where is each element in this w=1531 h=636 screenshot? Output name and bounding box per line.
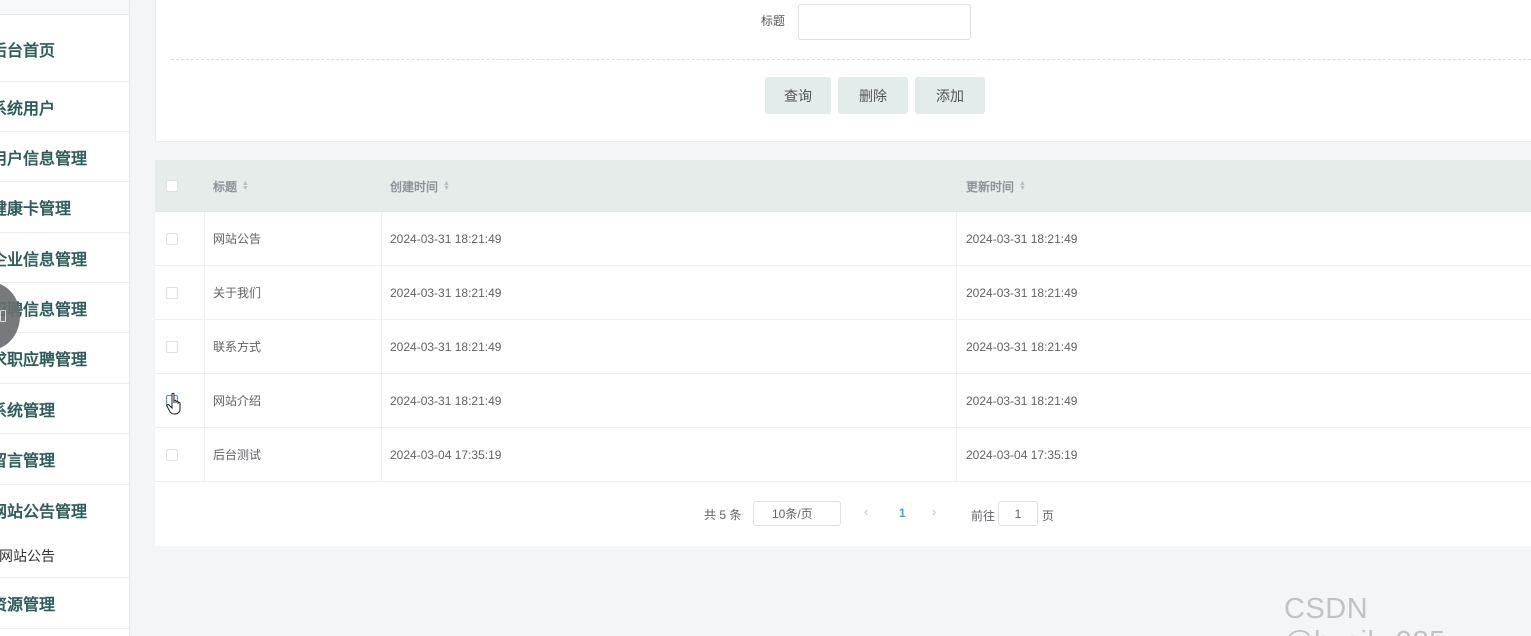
cell-title: 关于我们 xyxy=(213,286,262,300)
row-checkbox[interactable] xyxy=(166,287,178,299)
column-divider xyxy=(956,428,957,482)
divider xyxy=(171,59,1531,60)
page-suffix-label: 页 xyxy=(1042,509,1055,523)
cell-updated: 2024-03-31 18:21:49 xyxy=(966,393,1078,408)
sidebar-item-label: 系统用户 xyxy=(0,100,56,118)
cell-updated: 2024-03-31 18:21:49 xyxy=(966,339,1078,354)
page-number-current[interactable]: 1 xyxy=(899,506,906,520)
sidebar: 后台首页 系统用户 用户信息管理 健康卡管理 企业信息管理 招聘信息管理 求职应… xyxy=(0,0,130,636)
table-row[interactable]: 网站公告 2024-03-31 18:21:49 2024-03-31 18:2… xyxy=(155,212,1531,266)
sidebar-item-job-application[interactable]: 求职应聘管理 xyxy=(0,333,129,384)
sidebar-item-label: 留言管理 xyxy=(0,453,56,470)
row-checkbox[interactable] xyxy=(166,449,178,461)
select-all-checkbox[interactable] xyxy=(166,180,178,192)
table-header: 标题 ▲ ▼ 创建时间 ▲ ▼ 更新时间 ▲ ▼ xyxy=(155,160,1531,212)
table-row[interactable]: 关于我们 2024-03-31 18:21:49 2024-03-31 18:2… xyxy=(155,266,1531,320)
cell-created: 2024-03-04 17:35:19 xyxy=(390,447,502,462)
cell-created: 2024-03-31 18:21:49 xyxy=(390,339,502,354)
table-row[interactable]: 网站介绍 2024-03-31 18:21:49 2024-03-31 18:2… xyxy=(155,374,1531,428)
cell-updated: 2024-03-31 18:21:49 xyxy=(966,285,1078,300)
pagination-total: 共 5 条 xyxy=(704,508,742,522)
goto-label: 前往 xyxy=(971,509,996,523)
query-button[interactable]: 查询 xyxy=(765,77,831,114)
delete-button[interactable]: 删除 xyxy=(838,77,908,114)
row-checkbox[interactable] xyxy=(166,341,178,353)
column-header-label: 标题 xyxy=(213,179,238,194)
column-divider xyxy=(204,428,205,482)
sort-icon[interactable]: ▲ ▼ xyxy=(1019,180,1026,192)
column-divider xyxy=(381,374,382,428)
sidebar-item-user-info[interactable]: 用户信息管理 xyxy=(0,132,129,182)
watermark: CSDN @bysjlw985 xyxy=(1284,593,1445,636)
table-row[interactable]: 后台测试 2024-03-04 17:35:19 2024-03-04 17:3… xyxy=(155,428,1531,482)
sidebar-item-announcement-management[interactable]: 网站公告管理 xyxy=(0,485,129,534)
row-checkbox[interactable] xyxy=(166,233,178,245)
sidebar-item-messages[interactable]: 留言管理 xyxy=(0,434,129,485)
sidebar-item-label: 企业信息管理 xyxy=(0,251,88,269)
prev-page-button[interactable]: ‹ xyxy=(864,504,868,519)
column-divider xyxy=(381,428,382,482)
sidebar-item-health-card[interactable]: 健康卡管理 xyxy=(0,182,129,233)
goto-page-input[interactable] xyxy=(998,501,1038,526)
sidebar-item-label: 用户信息管理 xyxy=(0,150,88,168)
page-size-select[interactable]: 10条/页 xyxy=(753,501,841,526)
sidebar-top-strip xyxy=(0,0,129,15)
column-divider xyxy=(381,320,382,374)
column-header-label: 更新时间 xyxy=(966,179,1015,194)
cell-title: 后台测试 xyxy=(213,448,262,462)
column-divider xyxy=(956,320,957,374)
column-divider xyxy=(204,266,205,320)
sidebar-subitem-label: 网站公告 xyxy=(0,547,55,564)
title-search-label: 标题 xyxy=(761,14,786,28)
sidebar-item-home[interactable]: 后台首页 xyxy=(0,16,129,82)
cell-title: 网站介绍 xyxy=(213,394,262,408)
hand-pointer-icon xyxy=(166,392,181,415)
column-divider xyxy=(381,266,382,320)
column-divider xyxy=(956,266,957,320)
cell-updated: 2024-03-31 18:21:49 xyxy=(966,231,1078,246)
sidebar-item-label: 后台首页 xyxy=(0,42,56,60)
sidebar-item-system-management[interactable]: 系统管理 xyxy=(0,384,129,434)
cell-updated: 2024-03-04 17:35:19 xyxy=(966,447,1078,462)
floating-assistant-icon xyxy=(0,310,6,322)
sidebar-item-label: 求职应聘管理 xyxy=(0,352,88,369)
next-page-button[interactable]: › xyxy=(932,504,936,519)
sort-icon[interactable]: ▲ ▼ xyxy=(443,180,450,192)
column-header-created[interactable]: 创建时间 ▲ ▼ xyxy=(390,160,450,212)
cell-title: 联系方式 xyxy=(213,340,262,354)
sidebar-item-label: 系统管理 xyxy=(0,402,56,420)
page-size-value: 10条/页 xyxy=(772,507,813,521)
title-search-input[interactable] xyxy=(798,4,971,40)
sidebar-item-label: 健康卡管理 xyxy=(0,201,72,218)
column-divider xyxy=(204,212,205,266)
sort-icon[interactable]: ▲ ▼ xyxy=(242,180,249,192)
search-panel: 标题 查询 删除 添加 xyxy=(155,0,1531,142)
column-divider xyxy=(204,374,205,428)
sidebar-item-resources[interactable]: 资源管理 xyxy=(0,578,129,629)
cell-created: 2024-03-31 18:21:49 xyxy=(390,393,502,408)
sidebar-item-label: 资源管理 xyxy=(0,597,56,614)
column-divider xyxy=(204,320,205,374)
table-row[interactable]: 联系方式 2024-03-31 18:21:49 2024-03-31 18:2… xyxy=(155,320,1531,374)
cell-title: 网站公告 xyxy=(213,232,262,246)
sidebar-subitem-announcement[interactable]: 网站公告 xyxy=(0,534,129,578)
column-header-title[interactable]: 标题 ▲ ▼ xyxy=(213,160,249,212)
column-divider xyxy=(956,374,957,428)
column-header-updated[interactable]: 更新时间 ▲ ▼ xyxy=(966,160,1026,212)
column-divider xyxy=(381,212,382,266)
column-divider xyxy=(956,212,957,266)
add-button[interactable]: 添加 xyxy=(915,77,985,114)
sidebar-item-label: 网站公告管理 xyxy=(0,503,88,521)
sidebar-item-system-users[interactable]: 系统用户 xyxy=(0,82,129,132)
data-table: 标题 ▲ ▼ 创建时间 ▲ ▼ 更新时间 ▲ ▼ 网站公告 2024-03-31 18… xyxy=(155,160,1531,546)
sidebar-item-company-info[interactable]: 企业信息管理 xyxy=(0,233,129,283)
cell-created: 2024-03-31 18:21:49 xyxy=(390,231,502,246)
column-header-label: 创建时间 xyxy=(390,179,439,194)
cell-created: 2024-03-31 18:21:49 xyxy=(390,285,502,300)
